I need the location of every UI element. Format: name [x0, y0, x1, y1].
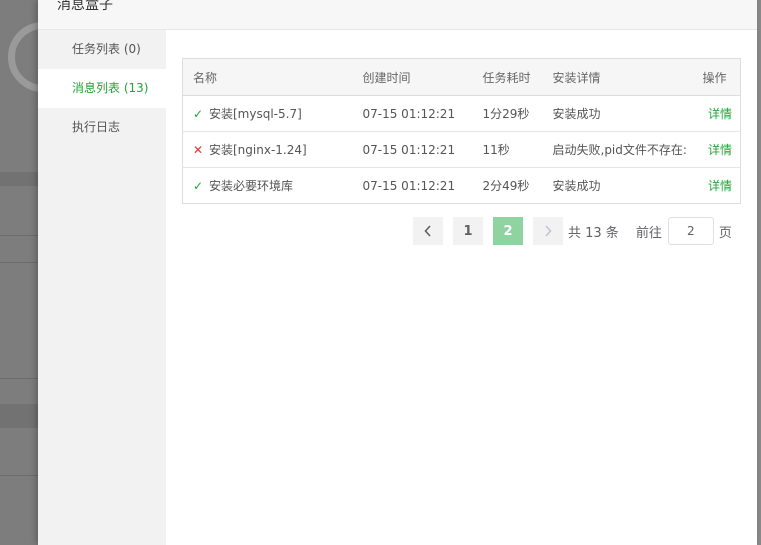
background-band — [0, 404, 38, 428]
table-header-row: 名称 创建时间 任务耗时 安装详情 操作 — [182, 58, 741, 96]
task-duration: 1分29秒 — [472, 95, 543, 132]
task-name: 安装[nginx-1.24] — [209, 143, 307, 157]
pagination-goto-label: 前往 — [635, 225, 662, 241]
sidebar-item-message-list[interactable]: 消息列表 (13) — [38, 69, 166, 108]
message-table: 名称 创建时间 任务耗时 安装详情 操作 ✓ 安装[mysql-5.7] 07-1… — [182, 58, 741, 204]
task-name-cell: ✓ 安装[mysql-5.7] — [182, 95, 353, 132]
chevron-right-icon — [545, 225, 552, 237]
check-icon: ✓ — [193, 107, 204, 121]
page-button-2[interactable]: 2 — [493, 217, 523, 245]
dialog-title: 消息盒子 — [57, 0, 113, 13]
pagination: 1 2 共 13 条 前往 页 — [413, 217, 732, 245]
column-header-action: 操作 — [692, 58, 741, 96]
table-row: ✕ 安装[nginx-1.24] 07-15 01:12:21 11秒 启动失败,… — [182, 131, 741, 168]
chevron-left-icon — [424, 225, 431, 237]
table-row: ✓ 安装必要环境库 07-15 01:12:21 2分49秒 安装成功 详情 — [183, 168, 741, 204]
task-name-cell: ✕ 安装[nginx-1.24] — [182, 131, 353, 168]
check-icon: ✓ — [193, 179, 204, 193]
task-created: 07-15 01:12:21 — [362, 178, 456, 193]
message-box-dialog: 消息盒子 任务列表 (0) 消息列表 (13) 执行日志 名称 创建时间 任务耗… — [38, 0, 757, 545]
task-detail: 启动失败,pid文件不存在: — [542, 131, 693, 168]
task-created: 07-15 01:12:21 — [352, 95, 473, 132]
detail-link[interactable]: 详情 — [708, 179, 732, 193]
background-divider — [0, 378, 38, 379]
table-row: ✓ 安装[mysql-5.7] 07-15 01:12:21 1分29秒 安装成功… — [182, 95, 741, 132]
message-list-panel: 名称 创建时间 任务耗时 安装详情 操作 ✓ 安装[mysql-5.7] 07-1… — [182, 58, 741, 204]
background-divider — [0, 235, 38, 236]
sidebar-item-task-list[interactable]: 任务列表 (0) — [38, 30, 166, 69]
detail-link[interactable]: 详情 — [708, 107, 732, 121]
column-header-duration: 任务耗时 — [472, 58, 543, 96]
task-duration: 2分49秒 — [482, 179, 530, 193]
detail-link[interactable]: 详情 — [708, 143, 732, 157]
next-page-button[interactable] — [533, 217, 563, 245]
task-created: 07-15 01:12:21 — [352, 131, 473, 168]
background-band — [0, 172, 38, 186]
column-header-detail: 安装详情 — [542, 58, 693, 96]
column-header-created: 创建时间 — [352, 58, 473, 96]
background-right-edge — [757, 0, 761, 545]
task-detail: 安装成功 — [542, 95, 693, 132]
sidebar: 任务列表 (0) 消息列表 (13) 执行日志 — [38, 30, 166, 545]
task-detail: 安装成功 — [552, 179, 601, 193]
pagination-total: 共 13 条 — [568, 225, 619, 241]
background-divider — [0, 475, 38, 476]
page-button-1[interactable]: 1 — [453, 217, 483, 245]
dialog-header: 消息盒子 — [38, 0, 757, 30]
task-duration: 11秒 — [472, 131, 543, 168]
background-divider — [0, 262, 38, 263]
column-header-name: 名称 — [182, 58, 353, 96]
prev-page-button[interactable] — [413, 217, 443, 245]
sidebar-item-execution-log[interactable]: 执行日志 — [38, 108, 166, 147]
task-name-cell: ✓ 安装必要环境库 — [183, 168, 353, 204]
task-name: 安装[mysql-5.7] — [209, 107, 302, 121]
task-name: 安装必要环境库 — [209, 179, 294, 193]
goto-page-input[interactable] — [667, 217, 714, 245]
cross-icon: ✕ — [193, 143, 204, 157]
pagination-page-unit: 页 — [718, 225, 732, 241]
